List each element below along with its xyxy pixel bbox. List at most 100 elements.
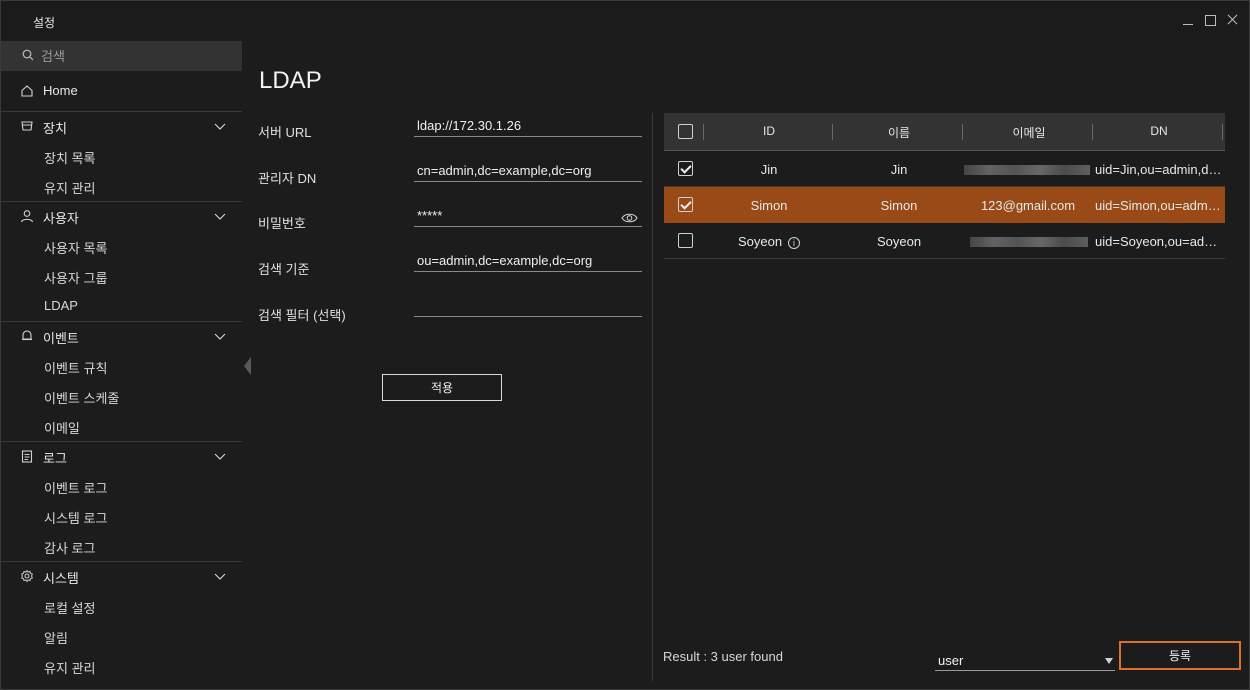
cell-name: Simon — [880, 198, 918, 213]
apply-button[interactable]: 적용 — [382, 374, 502, 401]
sidebar-item-label: 유지 관리 — [44, 181, 96, 196]
sidebar-item-label: 알림 — [44, 631, 68, 646]
sidebar-item-label: Home — [43, 83, 78, 98]
chevron-down-icon — [214, 123, 226, 130]
panel-divider — [652, 113, 653, 681]
search-filter-field[interactable] — [414, 295, 642, 317]
sidebar-group-label: 장치 — [43, 121, 67, 136]
maximize-icon[interactable] — [1203, 13, 1217, 27]
sidebar-item-device-list[interactable]: 장치 목록 — [1, 141, 242, 171]
search-base-label: 검색 기준 — [258, 262, 310, 277]
row-checkbox[interactable] — [678, 161, 693, 176]
table-row[interactable]: Simon Simon 123@gmail.com uid=Simon,ou=a… — [664, 187, 1225, 223]
sidebar-item-event-rules[interactable]: 이벤트 규칙 — [1, 351, 242, 381]
redacted-email — [964, 165, 1090, 175]
sidebar-item-label: LDAP — [44, 298, 78, 313]
cell-id-text: Soyeon — [737, 234, 783, 249]
sidebar-item-home[interactable]: Home — [1, 76, 242, 106]
sidebar-group-label: 사용자 — [43, 211, 79, 226]
sidebar-item-label: 장치 목록 — [44, 151, 96, 166]
password-field[interactable] — [414, 205, 642, 227]
sidebar-group-users[interactable]: 사용자 — [1, 201, 242, 231]
column-header-dn[interactable]: DN — [1094, 124, 1224, 138]
sidebar-item-user-group[interactable]: 사용자 그룹 — [1, 261, 242, 291]
sidebar-item-ldap[interactable]: LDAP — [1, 291, 242, 321]
cell-email: 123@gmail.com — [980, 198, 1076, 213]
info-icon[interactable]: i — [788, 237, 801, 249]
redacted-email — [970, 237, 1088, 247]
sidebar-item-label: 사용자 그룹 — [44, 271, 108, 286]
select-all-checkbox[interactable] — [678, 124, 693, 139]
sidebar-item-label: 사용자 목록 — [44, 241, 108, 256]
cell-name: Jin — [890, 162, 908, 177]
sidebar-group-label: 이벤트 — [43, 331, 79, 346]
row-checkbox[interactable] — [678, 233, 693, 248]
user-icon — [20, 210, 34, 223]
sidebar-item-label: 이벤트 스케줄 — [44, 391, 120, 406]
column-separator — [1092, 124, 1093, 140]
title-bar: 설정 — [1, 1, 1249, 41]
sidebar-item-label: 이벤트 로그 — [44, 481, 108, 496]
table-row[interactable]: Jin Jin uid=Jin,ou=admin,dc=example,dc=o… — [664, 151, 1225, 187]
sidebar-group-label: 시스템 — [43, 571, 79, 586]
admin-dn-field[interactable] — [414, 160, 642, 182]
sidebar-collapse-handle[interactable] — [244, 357, 251, 375]
sidebar-item-event-log[interactable]: 이벤트 로그 — [1, 471, 242, 501]
sidebar-item-audit-log[interactable]: 감사 로그 — [1, 531, 242, 561]
search-input[interactable] — [41, 46, 231, 66]
sidebar-item-label: 유지 관리 — [44, 661, 96, 676]
user-type-select[interactable]: user — [935, 653, 1115, 671]
cell-name: Soyeon — [876, 234, 922, 249]
sidebar-item-system-log[interactable]: 시스템 로그 — [1, 501, 242, 531]
minimize-icon[interactable] — [1181, 13, 1195, 27]
clipboard-icon — [21, 450, 33, 463]
row-checkbox[interactable] — [678, 197, 693, 212]
sidebar-item-label: 시스템 로그 — [44, 511, 108, 526]
sidebar-item-local-settings[interactable]: 로컬 설정 — [1, 591, 242, 621]
sidebar-item-system-maintenance[interactable]: 유지 관리 — [1, 651, 242, 681]
close-icon[interactable] — [1225, 13, 1239, 27]
column-header-name[interactable]: 이름 — [834, 124, 964, 141]
sidebar-item-label: 감사 로그 — [44, 541, 96, 556]
page-title: LDAP — [259, 67, 322, 94]
search-box — [1, 41, 242, 71]
sidebar-group-events[interactable]: 이벤트 — [1, 321, 242, 351]
sidebar-group-logs[interactable]: 로그 — [1, 441, 242, 471]
eye-icon[interactable] — [621, 211, 638, 225]
search-base-field[interactable] — [414, 250, 642, 272]
search-filter-label: 검색 필터 (선택) — [258, 308, 346, 323]
column-separator — [1222, 124, 1223, 140]
password-label: 비밀번호 — [258, 216, 306, 231]
column-header-id[interactable]: ID — [704, 124, 834, 138]
chevron-down-icon — [214, 333, 226, 340]
sidebar-item-device-maintenance[interactable]: 유지 관리 — [1, 171, 242, 201]
cell-dn: uid=Simon,ou=admin,dc=example,dc=org — [1095, 198, 1223, 213]
result-text: Result : 3 user found — [663, 649, 783, 664]
sidebar-group-label: 로그 — [43, 451, 67, 466]
admin-dn-label: 관리자 DN — [258, 171, 317, 186]
cell-id: Simon — [750, 198, 788, 213]
column-separator — [832, 124, 833, 140]
column-header-email[interactable]: 이메일 — [964, 124, 1094, 141]
sidebar-item-notifications[interactable]: 알림 — [1, 621, 242, 651]
select-value: user — [938, 653, 964, 668]
device-icon — [21, 121, 33, 131]
column-separator — [962, 124, 963, 140]
sidebar-item-event-schedule[interactable]: 이벤트 스케줄 — [1, 381, 242, 411]
register-button[interactable]: 등록 — [1119, 641, 1241, 670]
sidebar-group-devices[interactable]: 장치 — [1, 111, 242, 141]
window-title: 설정 — [33, 16, 56, 30]
table-row[interactable]: Soyeoni Soyeon uid=Soyeon,ou=admin,dc=ex… — [664, 223, 1225, 259]
chevron-down-icon — [214, 213, 226, 220]
dropdown-arrow-icon — [1105, 658, 1113, 664]
cell-dn: uid=Soyeon,ou=admin,dc=example,dc=org — [1095, 234, 1223, 249]
sidebar-item-label: 이벤트 규칙 — [44, 361, 108, 376]
home-icon — [21, 85, 33, 97]
sidebar-item-email[interactable]: 이메일 — [1, 411, 242, 441]
table-header: ID 이름 이메일 DN — [664, 113, 1225, 151]
cell-id: Soyeon i — [704, 234, 834, 249]
server-url-field[interactable] — [414, 115, 642, 137]
sidebar-item-user-list[interactable]: 사용자 목록 — [1, 231, 242, 261]
sidebar-group-system[interactable]: 시스템 — [1, 561, 242, 591]
sidebar: Home 장치 장치 목록 유지 관리 사용자 사용자 목록 사용자 그룹 LD… — [1, 41, 242, 689]
